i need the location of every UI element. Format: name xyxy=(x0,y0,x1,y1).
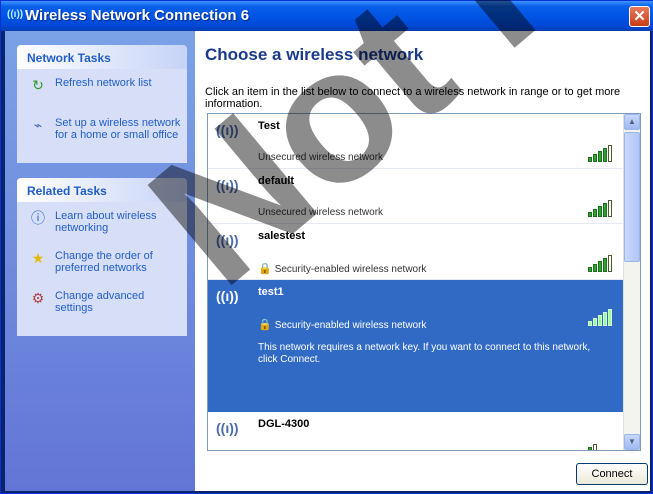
network-name: test1 xyxy=(258,286,284,298)
task-label: Set up a wireless network for a home or … xyxy=(55,117,181,141)
network-name: default xyxy=(258,175,295,187)
task-label: Learn about wireless networking xyxy=(55,210,157,234)
signal-strength-bars xyxy=(588,199,616,217)
network-tasks-header[interactable]: Network Tasks xyxy=(17,45,187,69)
network-name: DGL-4300 xyxy=(258,418,310,430)
signal-strength-bars xyxy=(588,144,616,162)
task-label: Change the order of preferred networks xyxy=(55,250,153,274)
network-name: Test xyxy=(258,120,280,132)
instructions-text: Click an item in the list below to conne… xyxy=(205,86,621,110)
learn-wireless-link[interactable]: ⓘ Learn about wireless networking xyxy=(25,210,181,240)
signal-strength-bars xyxy=(588,434,616,450)
signal-strength-bars xyxy=(588,308,616,326)
window-content: Network Tasks ↻ Refresh network list ⌁ S… xyxy=(5,31,650,491)
sidebar: Network Tasks ↻ Refresh network list ⌁ S… xyxy=(5,31,195,491)
scroll-thumb[interactable] xyxy=(624,132,640,262)
chevron-down-icon: ▼ xyxy=(628,437,636,446)
wireless-signal-icon: ((ı)) xyxy=(216,232,239,248)
settings-icon: ⚙ xyxy=(31,290,45,306)
network-key-notice: This network requires a network key. If … xyxy=(258,342,591,365)
related-tasks-header[interactable]: Related Tasks xyxy=(17,178,187,202)
network-item-dgl-4300[interactable]: ((ı)) DGL-4300 xyxy=(208,412,624,450)
change-preferred-order-link[interactable]: ★ Change the order of preferred networks xyxy=(25,250,181,280)
network-name: salestest xyxy=(258,230,306,242)
chevron-up-icon: ▲ xyxy=(628,117,636,126)
lock-icon: 🔒 xyxy=(258,263,272,275)
task-label: Change advanced settings xyxy=(55,290,145,314)
close-icon: ✕ xyxy=(633,8,646,25)
wireless-connection-window: ((ı)) Wireless Network Connection 6 ✕ Ne… xyxy=(0,0,653,494)
wireless-signal-icon: ((ı)) xyxy=(216,177,239,193)
wireless-signal-icon: ((ı)) xyxy=(216,420,239,436)
network-status: 🔒 Security-enabled wireless network xyxy=(258,319,427,331)
change-advanced-settings-link[interactable]: ⚙ Change advanced settings xyxy=(25,290,181,320)
related-tasks-panel: Related Tasks ⓘ Learn about wireless net… xyxy=(17,178,187,336)
wireless-signal-icon: ((ı)) xyxy=(216,122,239,138)
main-panel: Choose a wireless network Click an item … xyxy=(195,31,650,491)
network-item-default[interactable]: ((ı)) default Unsecured wireless network xyxy=(208,169,624,224)
scroll-down-button[interactable]: ▼ xyxy=(624,434,640,450)
close-button[interactable]: ✕ xyxy=(629,6,650,27)
network-status: 🔒 Security-enabled wireless network xyxy=(258,263,427,275)
window-title: Wireless Network Connection 6 xyxy=(25,7,250,24)
network-item-test1[interactable]: ((ı)) test1 🔒 Security-enabled wireless n… xyxy=(208,280,624,412)
wireless-signal-icon: ((ı)) xyxy=(216,288,239,304)
refresh-icon: ↻ xyxy=(32,77,44,93)
page-title: Choose a wireless network xyxy=(205,45,424,64)
network-item-test[interactable]: ((ı)) Test Unsecured wireless network xyxy=(208,114,624,169)
setup-wireless-network-link[interactable]: ⌁ Set up a wireless network for a home o… xyxy=(25,117,181,147)
scroll-up-button[interactable]: ▲ xyxy=(624,114,640,130)
network-tasks-panel: Network Tasks ↻ Refresh network list ⌁ S… xyxy=(17,45,187,163)
refresh-network-list-link[interactable]: ↻ Refresh network list xyxy=(25,77,181,107)
star-icon: ★ xyxy=(31,250,45,266)
wireless-setup-icon: ⌁ xyxy=(33,117,43,133)
network-item-salestest[interactable]: ((ı)) salestest 🔒 Security-enabled wirele… xyxy=(208,224,624,280)
network-status: Unsecured wireless network xyxy=(258,207,384,218)
network-list[interactable]: ((ı)) Test Unsecured wireless network ((… xyxy=(207,113,641,451)
info-icon: ⓘ xyxy=(31,210,45,226)
network-list-scrollbar[interactable]: ▲ ▼ xyxy=(623,114,640,450)
wireless-icon: ((ı)) xyxy=(7,9,24,20)
task-label: Refresh network list xyxy=(55,77,152,89)
connect-button[interactable]: Connect xyxy=(576,463,648,485)
signal-strength-bars xyxy=(588,254,616,272)
network-status: Unsecured wireless network xyxy=(258,152,384,163)
lock-icon: 🔒 xyxy=(258,319,272,331)
title-bar[interactable]: ((ı)) Wireless Network Connection 6 ✕ xyxy=(1,1,653,31)
